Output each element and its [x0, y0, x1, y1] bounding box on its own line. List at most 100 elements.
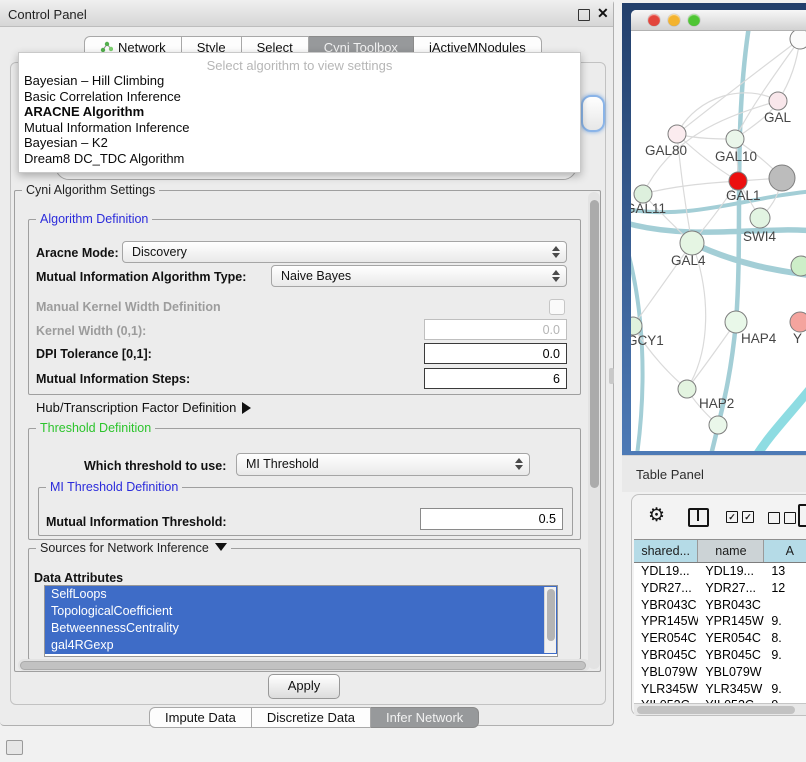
- panel-grip-icon[interactable]: [6, 740, 23, 755]
- kernel-width-field[interactable]: 0.0: [424, 319, 567, 340]
- network-node-hap2[interactable]: [678, 380, 696, 398]
- table-row[interactable]: YDL19...YDL19...13: [634, 563, 806, 580]
- hub-section-toggle[interactable]: Hub/Transcription Factor Definition: [36, 400, 251, 415]
- network-node-swi4[interactable]: [750, 208, 770, 228]
- gear-icon[interactable]: ⚙: [648, 504, 665, 527]
- mi-steps-field[interactable]: 6: [424, 368, 567, 389]
- table-row[interactable]: YLR345WYLR345W9.: [634, 681, 806, 698]
- collapse-down-icon[interactable]: [215, 543, 227, 551]
- network-window-titlebar[interactable]: [631, 10, 806, 31]
- node-label: SWI4: [743, 229, 776, 244]
- network-node[interactable]: [791, 256, 806, 276]
- sources-group-title[interactable]: Sources for Network Inference: [36, 541, 231, 555]
- network-node[interactable]: [790, 31, 806, 49]
- network-node[interactable]: [769, 165, 795, 191]
- dropdown-item[interactable]: Mutual Information Inference: [19, 120, 580, 136]
- dpi-tolerance-label: DPI Tolerance [0,1]:: [36, 347, 152, 361]
- network-node-gal80[interactable]: [668, 125, 686, 143]
- table-row[interactable]: YER054CYER054C8.: [634, 630, 806, 647]
- column-header-A[interactable]: A: [764, 540, 806, 562]
- node-label: GAL11: [631, 201, 666, 216]
- dropdown-item[interactable]: Basic Correlation Inference: [19, 89, 580, 105]
- table-toolbar: ⚙ ✓ ✓: [632, 495, 806, 537]
- network-edge[interactable]: [757, 383, 806, 451]
- aracne-mode-combo[interactable]: Discovery: [122, 241, 567, 263]
- settings-group-title: Cyni Algorithm Settings: [22, 183, 159, 197]
- table-cell: YPR145W: [698, 613, 764, 630]
- node-table[interactable]: shared...nameA YDL19...YDL19...13YDR27..…: [634, 539, 806, 706]
- mi-threshold-group-title: MI Threshold Definition: [46, 480, 182, 494]
- attribute-item[interactable]: gal4RGexp: [45, 637, 557, 654]
- network-node-gal[interactable]: [769, 92, 787, 110]
- dropdown-item[interactable]: Bayesian – Hill Climbing: [19, 73, 580, 89]
- network-window[interactable]: GALGAL80GAL10GAL1GAL11SWI4GAL4GCY1HAP4YH…: [631, 10, 806, 451]
- bottom-tab-discretize-data[interactable]: Discretize Data: [252, 707, 371, 728]
- apply-button[interactable]: Apply: [268, 674, 340, 699]
- manual-kernel-checkbox[interactable]: [549, 299, 565, 315]
- attribute-item[interactable]: TopologicalCoefficient: [45, 603, 557, 620]
- table-cell: [764, 664, 806, 681]
- table-window: ⚙ ✓ ✓ shared...nameA YDL19...YDL19...13Y…: [631, 494, 806, 716]
- column-header-name[interactable]: name: [698, 540, 764, 562]
- scrollbar-thumb[interactable]: [637, 706, 795, 714]
- dropdown-item[interactable]: Bayesian – K2: [19, 135, 580, 151]
- network-node-gal10[interactable]: [726, 130, 744, 148]
- table-row[interactable]: YBR043CYBR043C: [634, 597, 806, 614]
- deselect-checkbox-icon[interactable]: [768, 512, 780, 524]
- aracne-mode-label: Aracne Mode:: [36, 246, 119, 260]
- dropdown-item[interactable]: Dream8 DC_TDC Algorithm: [19, 151, 580, 167]
- table-cell: YER054C: [698, 630, 764, 647]
- control-panel-titlebar[interactable]: [0, 0, 613, 27]
- attributes-scrollbar[interactable]: [544, 587, 556, 653]
- mi-type-combo[interactable]: Naive Bayes: [271, 265, 567, 287]
- dropdown-item[interactable]: ARACNE Algorithm: [19, 104, 580, 120]
- close-traffic-light[interactable]: [648, 14, 660, 26]
- attribute-item[interactable]: SelfLoops: [45, 586, 557, 603]
- data-attributes-list[interactable]: SelfLoopsTopologicalCoefficientBetweenne…: [44, 585, 558, 657]
- select-all-checkbox-icon[interactable]: ✓: [726, 511, 738, 523]
- settings-vertical-scrollbar[interactable]: [588, 192, 600, 669]
- table-row[interactable]: YPR145WYPR145W9.: [634, 613, 806, 630]
- close-icon[interactable]: ✕: [597, 5, 609, 22]
- select-all-checkbox-icon[interactable]: ✓: [742, 511, 754, 523]
- table-cell: [764, 597, 806, 614]
- expand-right-icon[interactable]: [242, 402, 251, 414]
- network-node-hap4[interactable]: [725, 311, 747, 333]
- attribute-item[interactable]: BetweennessCentrality: [45, 620, 557, 637]
- float-window-icon[interactable]: [578, 9, 590, 21]
- network-canvas[interactable]: GALGAL80GAL10GAL1GAL11SWI4GAL4GCY1HAP4YH…: [631, 31, 806, 451]
- table-row[interactable]: YDR27...YDR27...12: [634, 580, 806, 597]
- table-row[interactable]: YBL079WYBL079W: [634, 664, 806, 681]
- network-edge[interactable]: [692, 243, 806, 276]
- deselect-checkbox-icon[interactable]: [784, 512, 796, 524]
- scrollbar-thumb[interactable]: [590, 200, 599, 488]
- dpi-tolerance-field[interactable]: 0.0: [424, 343, 567, 364]
- mi-threshold-field[interactable]: 0.5: [420, 508, 563, 530]
- zoom-traffic-light[interactable]: [688, 14, 700, 26]
- settings-horizontal-scrollbar[interactable]: [18, 659, 590, 671]
- scrollbar-thumb[interactable]: [547, 589, 555, 641]
- table-panel-header[interactable]: Table Panel: [622, 455, 806, 492]
- column-header-shared...[interactable]: shared...: [634, 540, 698, 562]
- which-threshold-combo[interactable]: MI Threshold: [236, 453, 530, 476]
- network-node-gal4[interactable]: [680, 231, 704, 255]
- node-label: GAL: [764, 110, 792, 125]
- splitter-handle[interactable]: [609, 368, 614, 384]
- bottom-tabs: Impute DataDiscretize DataInfer Network: [149, 707, 479, 728]
- bottom-tab-impute-data[interactable]: Impute Data: [149, 707, 252, 728]
- export-table-icon[interactable]: [798, 504, 806, 527]
- table-horizontal-scrollbar[interactable]: [634, 703, 806, 715]
- network-node[interactable]: [709, 416, 727, 434]
- minimize-traffic-light[interactable]: [668, 14, 680, 26]
- network-edge[interactable]: [631, 223, 806, 232]
- node-label: HAP2: [699, 396, 734, 411]
- network-edge[interactable]: [677, 93, 778, 134]
- scrollbar-thumb[interactable]: [20, 661, 586, 670]
- table-cell: YDR27...: [634, 580, 698, 597]
- network-node-y[interactable]: [790, 312, 806, 332]
- columns-icon[interactable]: [688, 508, 709, 527]
- network-edge[interactable]: [643, 181, 738, 194]
- table-row[interactable]: YBR045CYBR045C9.: [634, 647, 806, 664]
- network-edge[interactable]: [631, 256, 643, 451]
- bottom-tab-infer-network[interactable]: Infer Network: [371, 707, 479, 728]
